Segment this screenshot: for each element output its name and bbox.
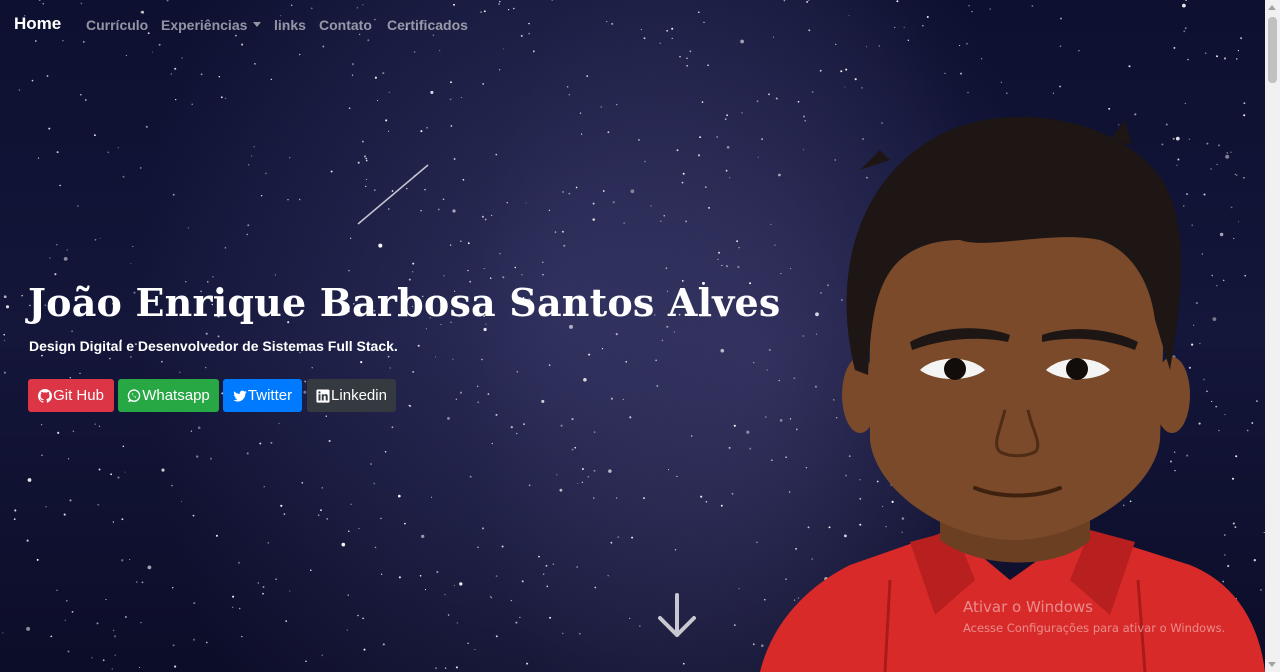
linkedin-button-label: Linkedin <box>331 387 387 404</box>
github-button-label: Git Hub <box>53 387 104 404</box>
caret-down-icon <box>253 22 262 27</box>
nav-dropdown-label: Experiências <box>161 17 248 33</box>
linkedin-button[interactable]: Linkedin <box>307 379 396 412</box>
whatsapp-icon <box>127 388 141 402</box>
scrollbar-thumb[interactable] <box>1268 17 1277 83</box>
twitter-icon <box>233 390 247 402</box>
arrow-down-icon[interactable] <box>656 592 698 640</box>
page-scrollbar[interactable] <box>1265 0 1280 672</box>
twitter-button[interactable]: Twitter <box>223 379 302 412</box>
nav-dropdown-experiencias[interactable]: Experiências <box>161 17 262 33</box>
github-button[interactable]: Git Hub <box>28 379 114 412</box>
windows-activation-title: Ativar o Windows <box>963 598 1093 616</box>
hero-title: João Enrique Barbosa Santos Alves <box>28 280 781 325</box>
nav-link-links[interactable]: links <box>274 17 306 33</box>
navbar: Home Currículo Experiências links Contat… <box>0 0 1265 50</box>
hero-section: Home Currículo Experiências links Contat… <box>0 0 1265 672</box>
nav-link-curriculo[interactable]: Currículo <box>86 17 148 33</box>
nav-link-contato[interactable]: Contato <box>319 17 372 33</box>
navbar-brand-home[interactable]: Home <box>14 14 61 34</box>
cartoon-avatar-image <box>760 116 1265 672</box>
github-icon <box>38 388 53 403</box>
scroll-down-arrow-icon[interactable] <box>1268 662 1276 667</box>
whatsapp-button-label: Whatsapp <box>142 387 210 404</box>
twitter-button-label: Twitter <box>247 387 293 404</box>
windows-activation-subtitle: Acesse Configurações para ativar o Windo… <box>963 621 1226 635</box>
hero-subtitle: Design Digital e Desenvolvedor de Sistem… <box>29 338 398 354</box>
linkedin-icon <box>316 388 330 403</box>
whatsapp-button[interactable]: Whatsapp <box>118 379 219 412</box>
nav-link-certificados[interactable]: Certificados <box>387 17 468 33</box>
scroll-up-arrow-icon[interactable] <box>1268 5 1276 10</box>
